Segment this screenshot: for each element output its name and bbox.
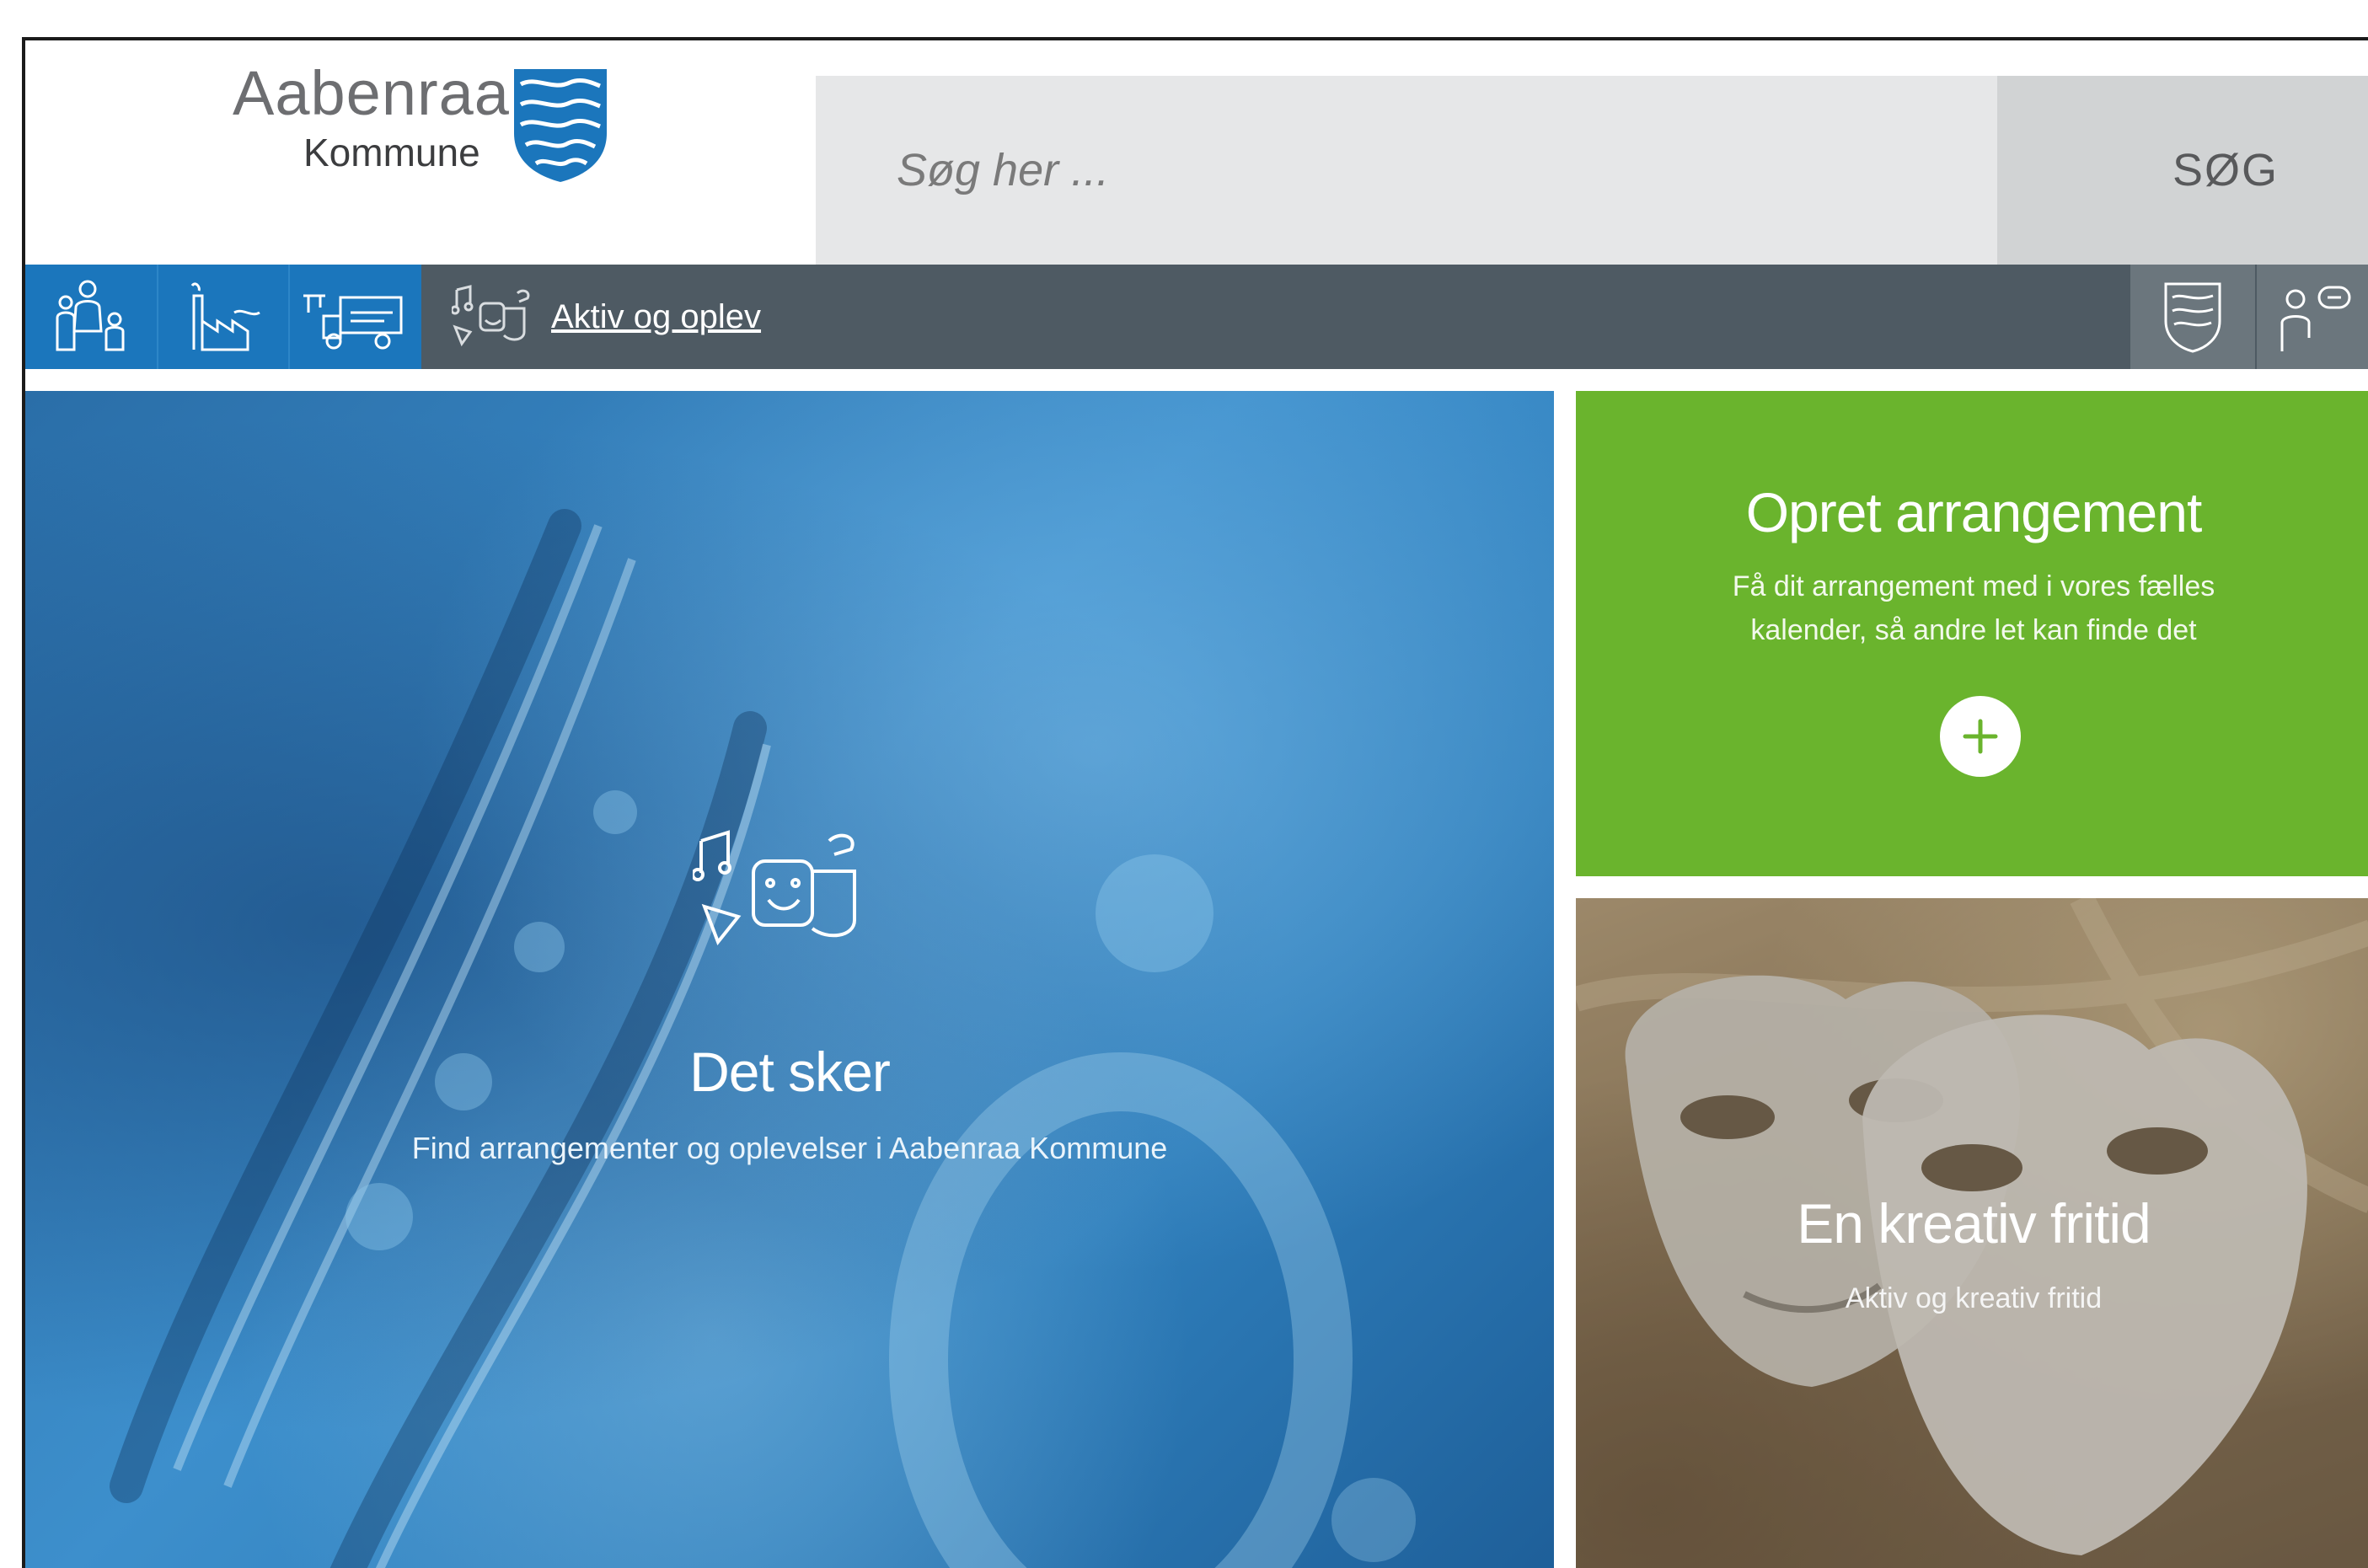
nav-item-infrastructure[interactable] (288, 265, 421, 369)
logo-wordmark-line2: Kommune (303, 131, 480, 174)
main-navigation: Aktiv og oplev (25, 265, 2368, 369)
saxophone-photo (110, 509, 1416, 1568)
municipality-shield-icon (2164, 282, 2221, 353)
nav-item-culture[interactable] (450, 265, 538, 369)
nav-item-family[interactable] (25, 265, 157, 369)
nav-item-contact[interactable] (2257, 265, 2368, 369)
nav-item-business[interactable] (157, 265, 290, 369)
nav-link-aktiv-og-oplev[interactable]: Aktiv og oplev (551, 265, 761, 369)
creative-leisure-subtitle: Aktiv og kreativ fritid (1845, 1282, 2103, 1314)
hero-title: Det sker (689, 1041, 891, 1103)
coat-of-arms-icon (514, 69, 607, 182)
municipality-logo[interactable]: Aabenraa Kommune (233, 57, 637, 226)
create-event-title: Opret arrangement (1745, 481, 2203, 543)
family-icon (56, 280, 125, 351)
logo-wordmark-line1: Aabenraa (233, 58, 510, 128)
create-event-description: Få dit arrangement med i vores fælles ka… (1732, 570, 2215, 646)
tile-en-kreativ-fritid[interactable]: En kreativ fritid Aktiv og kreativ friti… (1576, 898, 2368, 1568)
culture-masks-icon (452, 285, 530, 347)
tools-truck-icon (303, 294, 403, 350)
factory-icon (190, 282, 260, 351)
tile-opret-arrangement[interactable]: Opret arrangement Få dit arrangement med… (1576, 391, 2368, 876)
search-input[interactable] (816, 76, 2022, 265)
hero-subtitle: Find arrangementer og oplevelser i Aaben… (411, 1131, 1168, 1165)
plus-icon (1963, 719, 1998, 754)
creative-leisure-title: En kreativ fritid (1797, 1192, 2151, 1255)
search-button[interactable]: SØG (1997, 76, 2368, 265)
tile-det-sker[interactable]: Det sker Find arrangementer og oplevelse… (25, 391, 1554, 1568)
create-event-button[interactable] (1940, 696, 2021, 777)
nav-item-municipality[interactable] (2130, 265, 2255, 369)
page-frame: Aabenraa Kommune SØG (22, 37, 2368, 1568)
culture-icon (693, 830, 856, 945)
person-chat-icon (2280, 286, 2351, 351)
